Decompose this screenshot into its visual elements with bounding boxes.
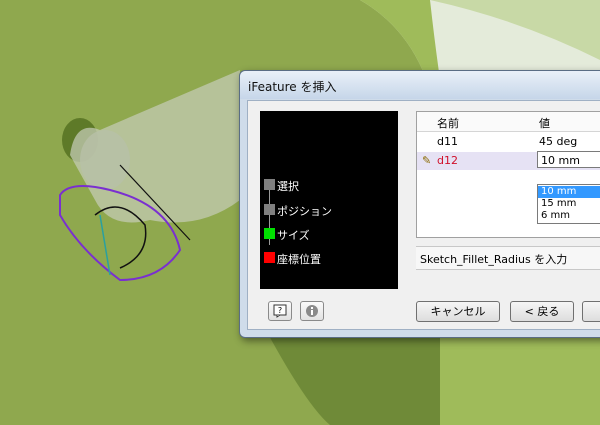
step-size-marker: [264, 228, 275, 239]
help-button[interactable]: ?: [268, 301, 292, 321]
dialog-titlebar[interactable]: iFeature を挿入: [240, 71, 600, 99]
step-coordinate-marker: [264, 252, 275, 263]
table-row[interactable]: d11 45 deg: [417, 133, 600, 151]
cancel-button[interactable]: キャンセル: [416, 301, 500, 322]
dialog-body: 選択 ポジション サイズ 座標位置 名前 値 d11 45 deg ✎ d12 …: [247, 100, 600, 330]
value-dropdown-list: 10 mm 15 mm 6 mm: [537, 184, 600, 224]
column-value-header[interactable]: 値: [539, 115, 550, 131]
dropdown-option[interactable]: 10 mm: [538, 186, 600, 198]
table-header: 名前 値: [417, 112, 600, 132]
step-select-marker: [264, 179, 275, 190]
svg-text:?: ?: [278, 306, 282, 315]
back-button[interactable]: < 戻る: [510, 301, 574, 322]
prompt-text: Sketch_Fillet_Radius を入力: [420, 253, 568, 266]
column-name-header[interactable]: 名前: [437, 115, 459, 131]
value-combo-input[interactable]: 10 mm: [537, 151, 600, 168]
step-select-label: 選択: [277, 180, 299, 193]
step-size-label: サイズ: [277, 229, 310, 242]
prompt-bar: Sketch_Fillet_Radius を入力: [416, 246, 600, 270]
value-combo-text: 10 mm: [541, 154, 580, 167]
step-panel: 選択 ポジション サイズ 座標位置: [260, 111, 398, 289]
param-value: 45 deg: [539, 135, 578, 148]
param-name: d12: [437, 154, 458, 167]
pencil-icon: ✎: [422, 154, 432, 167]
step-coordinate-label: 座標位置: [277, 253, 321, 266]
help-icon: ?: [273, 304, 287, 318]
table-row-selected[interactable]: ✎ d12 10 mm: [417, 151, 600, 170]
step-position-marker: [264, 204, 275, 215]
info-icon: [306, 305, 318, 317]
dropdown-option[interactable]: 15 mm: [538, 198, 600, 210]
shaft-end: [80, 130, 130, 190]
dialog-title: iFeature を挿入: [248, 80, 337, 94]
dropdown-option[interactable]: 6 mm: [538, 210, 600, 222]
insert-ifeature-dialog: iFeature を挿入 選択 ポジション サイズ 座標位置 名前 値 d11 …: [239, 70, 600, 338]
parameter-table: 名前 値 d11 45 deg ✎ d12 10 mm 10 mm 15 mm …: [416, 111, 600, 238]
step-position-label: ポジション: [277, 205, 332, 218]
info-button[interactable]: [300, 301, 324, 321]
next-button[interactable]: [582, 301, 600, 322]
param-name: d11: [437, 135, 458, 148]
